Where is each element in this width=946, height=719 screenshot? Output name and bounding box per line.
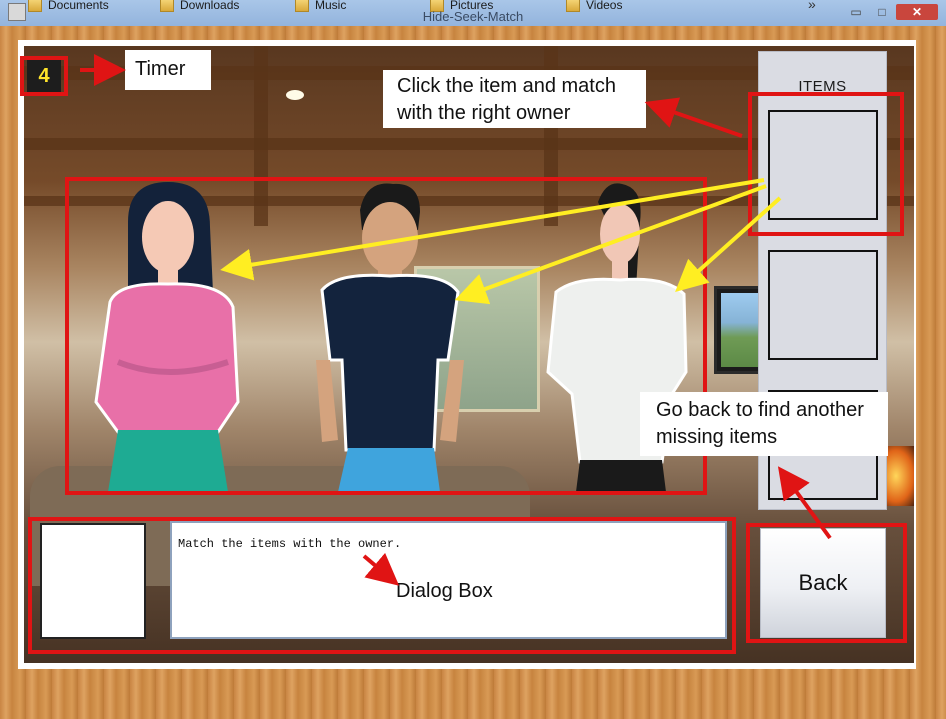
characters-highlight: [65, 177, 707, 495]
go-back-annotation: Go back to find another missing items: [640, 392, 888, 456]
item-slot-2[interactable]: [768, 250, 878, 360]
window-titlebar: Documents Downloads Music Pictures Video…: [0, 0, 946, 26]
overflow-chevron-icon[interactable]: »: [808, 0, 816, 12]
click-item-annotation: Click the item and match with the right …: [383, 70, 646, 128]
close-button[interactable]: ✕: [896, 4, 938, 20]
window-title: Hide-Seek-Match: [422, 9, 524, 24]
minimize-button[interactable]: ▭: [846, 4, 866, 20]
item-slot-highlight: [748, 92, 904, 236]
timer-display: 4: [27, 60, 61, 92]
ceiling-light: [286, 90, 304, 100]
dialog-box-annotation: Dialog Box: [396, 580, 493, 602]
timer-annotation: Timer: [125, 50, 211, 90]
speaker-portrait: [40, 523, 146, 639]
back-button[interactable]: Back: [760, 528, 886, 638]
maximize-button[interactable]: □: [872, 4, 892, 20]
